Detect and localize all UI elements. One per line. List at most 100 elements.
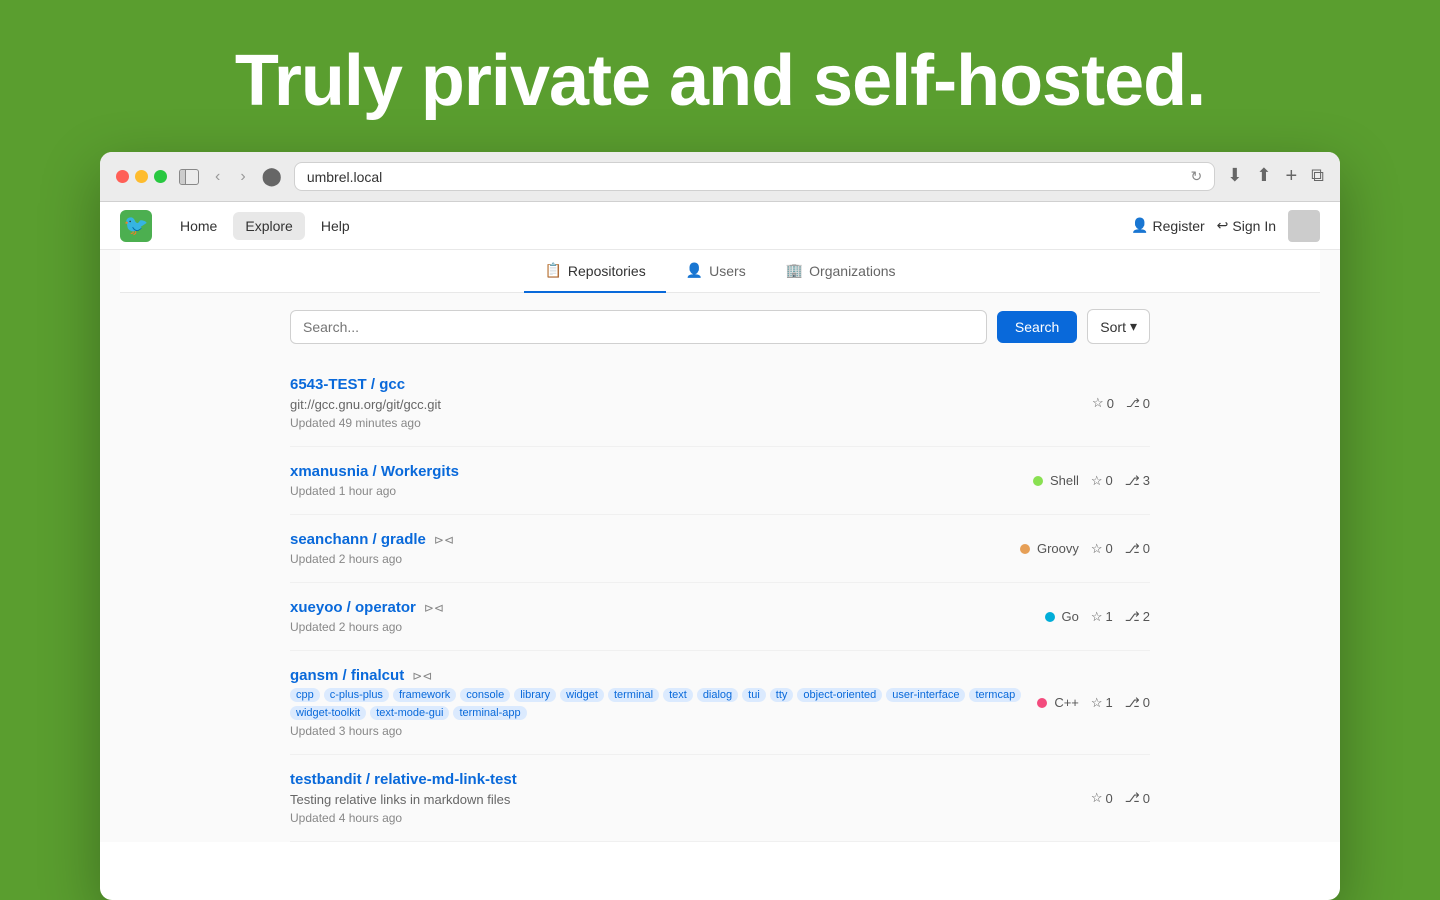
language-stat: C++ (1037, 695, 1079, 710)
register-link[interactable]: 👤 Register (1131, 217, 1205, 234)
repo-updated: Updated 49 minutes ago (290, 416, 1092, 430)
language-stat: Shell (1033, 473, 1079, 488)
sort-label: Sort (1100, 319, 1126, 335)
tab-repositories[interactable]: 📋 Repositories (524, 250, 665, 293)
repo-tab-icon: 📋 (544, 262, 561, 279)
repo-stats: Groovy ☆ 0 ⎇ 0 (1020, 541, 1150, 557)
tag-item[interactable]: text-mode-gui (370, 706, 449, 720)
list-item: xueyoo / operator ⊳⊲ Updated 2 hours ago… (290, 583, 1150, 651)
repo-link[interactable]: xmanusnia / Workergits (290, 463, 459, 480)
language-stat: Groovy (1020, 541, 1079, 556)
tabs-icon[interactable]: ⧉ (1311, 165, 1324, 188)
url-text: umbrel.local (307, 169, 382, 185)
back-button[interactable]: ‹ (211, 166, 224, 188)
list-item: xmanusnia / Workergits Updated 1 hour ag… (290, 447, 1150, 515)
avatar (1288, 210, 1320, 242)
list-item: 6543-TEST / gcc git://gcc.gnu.org/git/gc… (290, 360, 1150, 447)
repo-link[interactable]: testbandit / relative-md-link-test (290, 771, 517, 788)
sidebar-toggle[interactable] (179, 169, 199, 185)
signin-icon: ↩ (1217, 217, 1229, 234)
fork-icon: ⎇ (1125, 541, 1140, 557)
tag-item[interactable]: user-interface (886, 688, 965, 702)
forward-button[interactable]: › (236, 166, 249, 188)
search-area: Search Sort ▾ (290, 293, 1150, 360)
star-icon: ☆ (1091, 695, 1103, 711)
tag-item[interactable]: console (460, 688, 510, 702)
tab-users[interactable]: 👤 Users (666, 250, 766, 293)
list-item: testbandit / relative-md-link-test Testi… (290, 755, 1150, 842)
fork-icon: ⎇ (1125, 609, 1140, 625)
browser-actions: ⬇ ⬆ + ⧉ (1227, 165, 1324, 188)
repo-url: git://gcc.gnu.org/git/gcc.git (290, 397, 1092, 412)
tag-item[interactable]: c-plus-plus (324, 688, 389, 702)
repo-stats: Go ☆ 1 ⎇ 2 (1045, 609, 1150, 625)
fork-icon: ⎇ (1125, 695, 1140, 711)
repo-tags: cpp c-plus-plus framework console librar… (290, 688, 1037, 720)
lang-dot (1020, 544, 1030, 554)
chevron-down-icon: ▾ (1130, 318, 1137, 335)
fork-icon: ⎇ (1125, 473, 1140, 489)
star-stat: ☆ 0 (1091, 790, 1113, 806)
minimize-button[interactable] (135, 170, 148, 183)
tag-item[interactable]: terminal-app (453, 706, 526, 720)
star-stat: ☆ 1 (1091, 609, 1113, 625)
repo-link[interactable]: seanchann / gradle (290, 531, 426, 548)
address-bar[interactable]: umbrel.local ↻ (294, 162, 1215, 191)
repo-list: 6543-TEST / gcc git://gcc.gnu.org/git/gc… (290, 360, 1150, 842)
lang-dot (1045, 612, 1055, 622)
repo-stats: ☆ 0 ⎇ 0 (1092, 395, 1150, 411)
language-stat: Go (1045, 609, 1079, 624)
repo-updated: Updated 3 hours ago (290, 724, 1037, 738)
shield-icon: ⬤ (262, 166, 282, 187)
search-input[interactable] (290, 310, 987, 344)
repo-updated: Updated 1 hour ago (290, 484, 1033, 498)
nav-links: Home Explore Help (168, 212, 362, 240)
star-icon: ☆ (1091, 473, 1103, 489)
close-button[interactable] (116, 170, 129, 183)
repo-link[interactable]: gansm / finalcut (290, 667, 404, 684)
nav-help[interactable]: Help (309, 212, 362, 240)
repo-stats: ☆ 0 ⎇ 0 (1091, 790, 1150, 806)
orgs-tab-icon: 🏢 (786, 262, 803, 279)
tag-item[interactable]: termcap (969, 688, 1021, 702)
nav-explore[interactable]: Explore (233, 212, 304, 240)
sort-button[interactable]: Sort ▾ (1087, 309, 1150, 344)
star-stat: ☆ 0 (1091, 541, 1113, 557)
search-button[interactable]: Search (997, 311, 1077, 343)
signin-link[interactable]: ↩ Sign In (1217, 217, 1276, 234)
tag-item[interactable]: library (514, 688, 556, 702)
tag-item[interactable]: framework (393, 688, 456, 702)
reload-icon[interactable]: ↻ (1191, 168, 1203, 185)
tag-item[interactable]: widget (560, 688, 604, 702)
explore-tabs: 📋 Repositories 👤 Users 🏢 Organizations (120, 250, 1320, 293)
user-icon: 👤 (1131, 217, 1148, 234)
fork-icon: ⎇ (1126, 396, 1140, 410)
content-area: 📋 Repositories 👤 Users 🏢 Organizations S… (100, 250, 1340, 842)
lang-dot (1033, 476, 1043, 486)
tag-item[interactable]: cpp (290, 688, 320, 702)
tag-item[interactable]: object-oriented (797, 688, 882, 702)
users-tab-icon: 👤 (686, 262, 703, 279)
fullscreen-button[interactable] (154, 170, 167, 183)
repo-updated: Updated 2 hours ago (290, 552, 1020, 566)
tag-item[interactable]: text (663, 688, 693, 702)
gitea-logo[interactable]: 🐦 (120, 210, 152, 242)
browser-chrome: ‹ › ⬤ umbrel.local ↻ ⬇ ⬆ + ⧉ (100, 152, 1340, 202)
browser-controls (179, 169, 199, 185)
tab-organizations[interactable]: 🏢 Organizations (766, 250, 916, 293)
repo-link[interactable]: 6543-TEST / gcc (290, 376, 405, 393)
nav-right: 👤 Register ↩ Sign In (1131, 210, 1320, 242)
tag-item[interactable]: tui (742, 688, 766, 702)
tag-item[interactable]: widget-toolkit (290, 706, 366, 720)
tag-item[interactable]: tty (770, 688, 794, 702)
new-tab-icon[interactable]: + (1285, 165, 1297, 188)
tag-item[interactable]: dialog (697, 688, 738, 702)
repo-stats: C++ ☆ 1 ⎇ 0 (1037, 695, 1150, 711)
nav-home[interactable]: Home (168, 212, 229, 240)
repo-link[interactable]: xueyoo / operator (290, 599, 416, 616)
download-icon[interactable]: ⬇ (1227, 165, 1242, 188)
star-icon: ☆ (1091, 609, 1103, 625)
share-icon[interactable]: ⬆ (1256, 165, 1271, 188)
tag-item[interactable]: terminal (608, 688, 659, 702)
lang-dot (1037, 698, 1047, 708)
